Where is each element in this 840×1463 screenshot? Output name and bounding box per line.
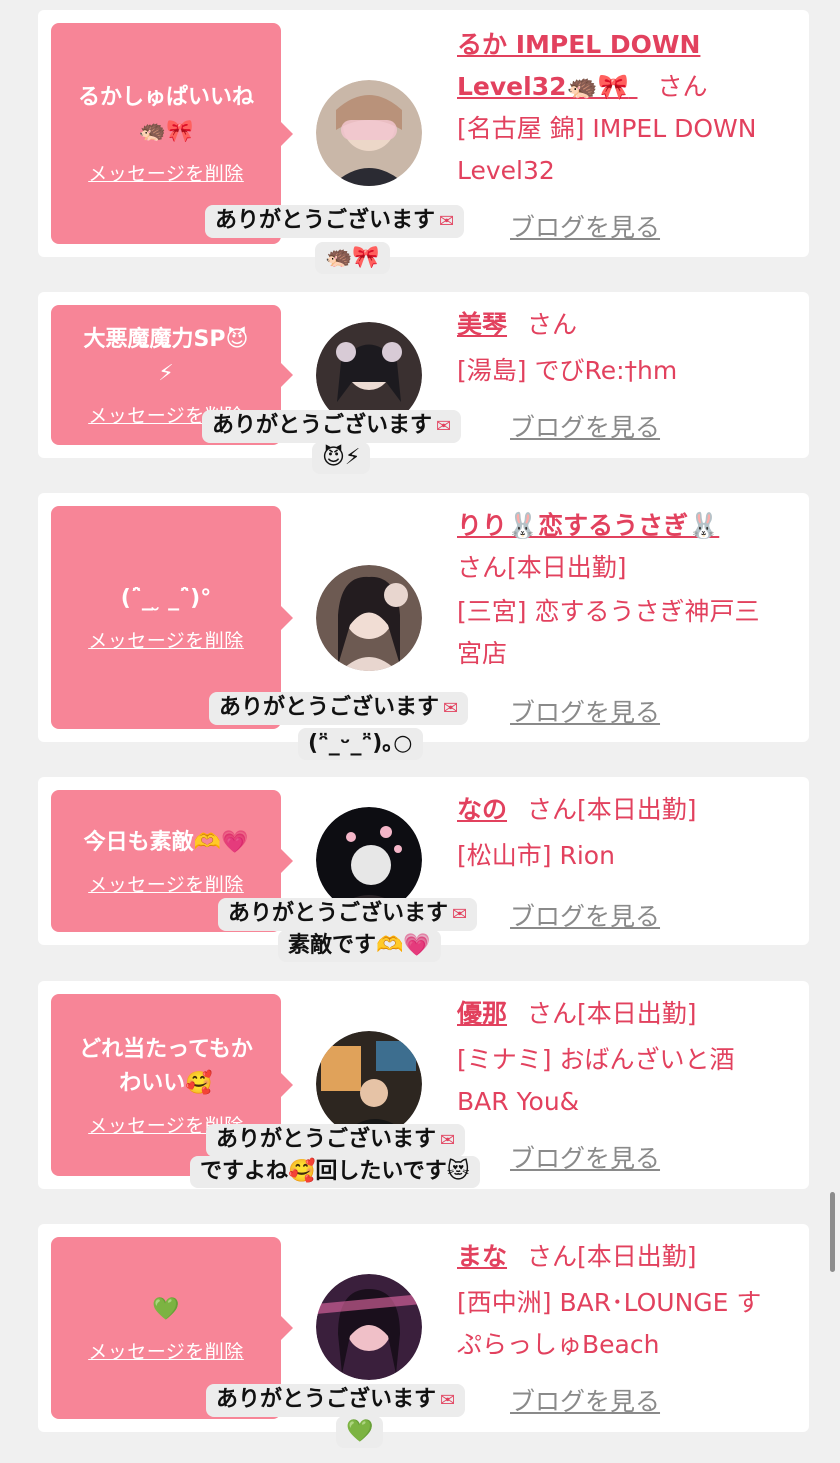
blog-link[interactable]: ブログを見る	[510, 208, 660, 244]
envelope-heart-icon: ✉	[440, 1390, 456, 1411]
delete-message-link[interactable]: メッセージを削除	[88, 159, 244, 186]
attendance-status: [本日出勤]	[577, 1242, 697, 1271]
reply-bubble-emoji: ですよね🥰回したいです😻	[190, 1156, 480, 1188]
honorific: さん	[527, 999, 578, 1028]
message-text: どれ当たってもか わいい🥰	[79, 1036, 253, 1096]
cast-name-link[interactable]: まな	[457, 1242, 507, 1271]
cast-info: りり🐰恋するうさぎ🐰 さん[本日出勤] [三宮] 恋するうさぎ神戸三 宮店	[457, 505, 797, 675]
envelope-heart-icon: ✉	[440, 1130, 456, 1151]
reply-bubble: ありがとうございます ✉	[206, 1124, 466, 1157]
delete-message-link[interactable]: メッセージを削除	[88, 1337, 244, 1364]
reply-bubble-emoji: 素敵です🫶💗	[278, 930, 441, 962]
reply-bubble-emoji: 💚	[336, 1416, 384, 1448]
envelope-heart-icon: ✉	[452, 904, 468, 925]
honorific: さん	[527, 1242, 578, 1271]
shop-info: [三宮] 恋するうさぎ神戸三 宮店	[457, 597, 760, 668]
cast-name-link[interactable]: りり🐰恋するうさぎ🐰	[457, 511, 719, 540]
honorific: さん	[527, 310, 578, 339]
reply-bubble-emoji: (ᵔ̈_ᵕ_ᵔ̈)｡○	[298, 728, 423, 760]
blog-link[interactable]: ブログを見る	[510, 693, 660, 729]
attendance-status: [本日出勤]	[507, 553, 627, 582]
message-text: 💚	[152, 1296, 180, 1322]
shop-info: [名古屋 錦] IMPEL DOWN Level32	[457, 114, 757, 185]
cast-name-link[interactable]: なの	[457, 795, 507, 824]
envelope-heart-icon: ✉	[436, 416, 452, 437]
attendance-status: [本日出勤]	[577, 999, 697, 1028]
delete-message-link[interactable]: メッセージを削除	[88, 626, 244, 653]
envelope-heart-icon: ✉	[439, 211, 455, 232]
cast-info: なの さん[本日出勤] [松山市] Rion	[457, 789, 797, 877]
blog-link[interactable]: ブログを見る	[510, 1382, 660, 1418]
avatar[interactable]	[316, 1031, 422, 1137]
shop-info: [松山市] Rion	[457, 841, 615, 870]
reply-bubble: ありがとうございます ✉	[218, 898, 478, 931]
scrollbar[interactable]	[830, 1192, 835, 1272]
message-text: 大悪魔魔力SP😈 ⚡	[83, 326, 249, 386]
blog-link[interactable]: ブログを見る	[510, 408, 660, 444]
honorific: さん	[457, 553, 508, 582]
honorific: さん	[657, 72, 708, 101]
blog-link[interactable]: ブログを見る	[510, 1139, 660, 1175]
shop-info: [ミナミ] おばんざいと酒 BAR You&	[457, 1045, 735, 1116]
reply-bubble-emoji: 🦔🎀	[315, 242, 390, 274]
envelope-heart-icon: ✉	[443, 698, 459, 719]
attendance-status: [本日出勤]	[577, 795, 697, 824]
avatar[interactable]	[316, 1274, 422, 1380]
shop-info: [西中洲] BAR･LOUNGE す ぷらっしゅBeach	[457, 1288, 762, 1359]
honorific: さん	[527, 795, 578, 824]
avatar[interactable]	[316, 565, 422, 671]
cast-info: まな さん[本日出勤] [西中洲] BAR･LOUNGE す ぷらっしゅBeach	[457, 1236, 797, 1366]
message-text: 今日も素敵🫶💗	[83, 829, 249, 855]
reply-bubble: ありがとうございます ✉	[205, 205, 465, 238]
blog-link[interactable]: ブログを見る	[510, 897, 660, 933]
reply-bubble: ありがとうございます ✉	[206, 1384, 466, 1417]
reply-bubble: ありがとうございます ✉	[202, 410, 462, 443]
cast-info: 優那 さん[本日出勤] [ミナミ] おばんざいと酒 BAR You&	[457, 993, 797, 1123]
reply-bubble: ありがとうございます ✉	[209, 692, 469, 725]
cast-name-link[interactable]: 優那	[457, 999, 507, 1028]
avatar[interactable]	[316, 80, 422, 186]
delete-message-link[interactable]: メッセージを削除	[88, 870, 244, 897]
cast-info: るか IMPEL DOWN Level32🦔🎀 さん [名古屋 錦] IMPEL…	[457, 24, 797, 192]
cast-info: 美琴 さん [湯島] でびRe:†hm	[457, 304, 797, 392]
message-text: (ˆ̈_ ̮ _ˆ̈)°	[120, 586, 212, 611]
shop-info: [湯島] でびRe:†hm	[457, 356, 678, 385]
message-text: るかしゅぱいいね 🦔🎀	[77, 85, 254, 144]
reply-bubble-emoji: 😈⚡	[312, 442, 371, 474]
cast-name-link[interactable]: 美琴	[457, 310, 507, 339]
